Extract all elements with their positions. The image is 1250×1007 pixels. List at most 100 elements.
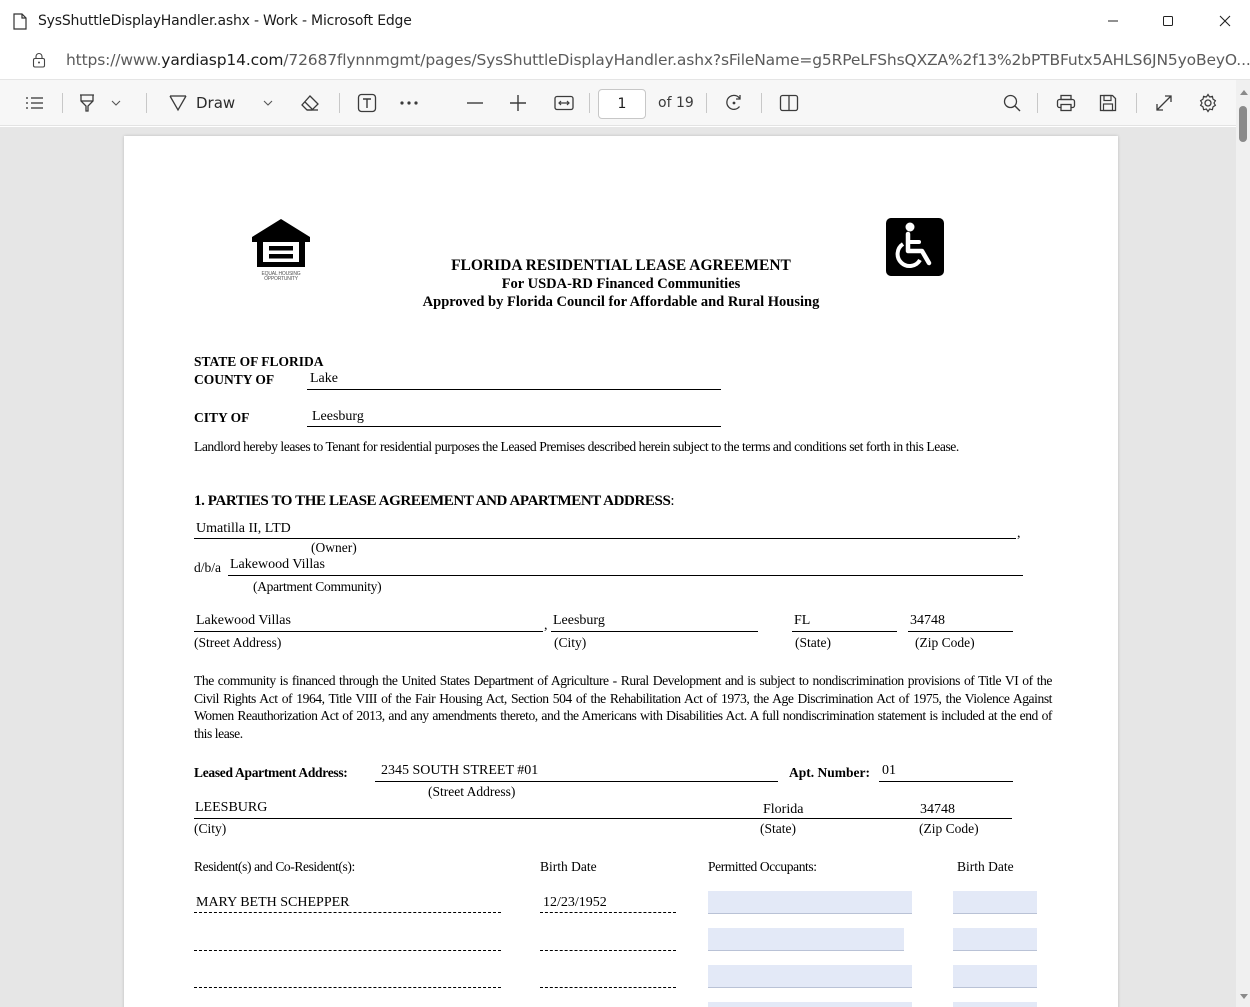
chevron-down-icon[interactable]: [109, 91, 123, 115]
resident-3-birth-underline[interactable]: [540, 987, 676, 988]
close-button[interactable]: [1210, 8, 1240, 34]
more-options-icon[interactable]: [397, 91, 421, 115]
rotate-icon[interactable]: [722, 91, 746, 115]
city2-value: Leesburg: [553, 613, 605, 628]
pdf-toolbar: Draw 1 of 19: [0, 80, 1250, 126]
draw-label: Draw: [196, 94, 236, 112]
city-caption: (City): [554, 635, 587, 650]
toolbar-divider: [589, 93, 590, 113]
birth-date-header: Birth Date: [540, 859, 597, 874]
state-value: FL: [794, 613, 811, 628]
save-icon[interactable]: [1096, 91, 1120, 115]
maximize-button[interactable]: [1153, 8, 1183, 34]
resident-1-birth-underline: [540, 912, 676, 913]
pdf-viewer: EQUAL HOUSING OPPORTUNITY FLORIDA RESIDE…: [0, 127, 1236, 1007]
toolbar-divider: [1037, 93, 1038, 113]
occupant-3-field[interactable]: [708, 965, 912, 988]
underline: [792, 631, 897, 632]
title-bar: SysShuttleDisplayHandler.ashx - Work - M…: [0, 0, 1250, 42]
street-comma: ,: [544, 618, 548, 633]
vertical-scrollbar[interactable]: [1236, 80, 1250, 1007]
page-count: of 19: [658, 95, 694, 111]
document-approval: Approved by Florida Council for Affordab…: [422, 294, 820, 310]
underline: [228, 575, 1023, 576]
address-bar: https://www.yardiasp14.com/72687flynnmgm…: [0, 42, 1250, 80]
text-box-icon[interactable]: [355, 91, 379, 115]
zoom-out-icon[interactable]: [465, 91, 485, 115]
fit-to-width-icon[interactable]: [552, 91, 576, 115]
community-value: Lakewood Villas: [230, 557, 325, 572]
chevron-down-icon[interactable]: [261, 91, 275, 115]
zoom-in-icon[interactable]: [508, 91, 528, 115]
search-icon[interactable]: [1000, 91, 1024, 115]
url-field[interactable]: https://www.yardiasp14.com/72687flynnmgm…: [66, 51, 1250, 69]
dba-label: d/b/a: [194, 560, 221, 575]
resident-1-name: MARY BETH SCHEPPER: [196, 895, 350, 910]
table-of-contents-icon[interactable]: [24, 91, 46, 115]
leased-address-label: Leased Apartment Address:: [194, 765, 348, 780]
permitted-occupants-header: Permitted Occupants:: [708, 859, 817, 874]
scroll-up-icon[interactable]: [1240, 90, 1248, 95]
zip-caption: (Zip Code): [915, 635, 975, 650]
scroll-down-icon[interactable]: [1240, 994, 1248, 999]
leased-state-caption: (State): [760, 821, 796, 836]
section-1-colon: :: [670, 493, 675, 509]
underline: [194, 631, 543, 632]
owner-caption: (Owner): [311, 540, 357, 555]
page-number-input[interactable]: 1: [598, 89, 646, 119]
apt-number-label: Apt. Number:: [789, 765, 870, 780]
occupant-4-field[interactable]: [708, 1002, 912, 1007]
occupant-3-birth-field[interactable]: [953, 965, 1037, 988]
leased-address-value: 2345 SOUTH STREET #01: [381, 763, 539, 778]
toolbar-divider: [339, 93, 340, 113]
lock-icon[interactable]: [32, 52, 46, 68]
underline: [879, 781, 1013, 782]
toolbar-divider: [706, 93, 707, 113]
resident-1-underline: [194, 912, 501, 913]
resident-2-birth-underline[interactable]: [540, 950, 676, 951]
intro-paragraph: Landlord hereby leases to Tenant for res…: [194, 439, 959, 454]
county-value: Lake: [310, 371, 338, 386]
nondiscrimination-paragraph: The community is financed through the Un…: [194, 673, 1052, 741]
underline: [194, 538, 1016, 539]
underline: [194, 818, 1012, 819]
city-value: Leesburg: [312, 409, 364, 424]
draw-button[interactable]: Draw: [168, 91, 256, 115]
occupant-2-field[interactable]: [708, 928, 904, 951]
minimize-button[interactable]: [1098, 8, 1128, 34]
window-title: SysShuttleDisplayHandler.ashx - Work - M…: [38, 13, 412, 29]
fullscreen-icon[interactable]: [1152, 91, 1176, 115]
underline: [908, 631, 1013, 632]
community-caption: (Apartment Community): [253, 579, 382, 594]
toolbar-divider: [761, 93, 762, 113]
underline: [375, 781, 778, 782]
occupant-4-birth-field[interactable]: [953, 1002, 1037, 1007]
occupant-2-birth-field[interactable]: [953, 928, 1037, 951]
zip-value: 34748: [910, 613, 945, 628]
resident-3-underline[interactable]: [194, 987, 501, 988]
page-view-icon[interactable]: [777, 91, 801, 115]
eraser-icon[interactable]: [298, 91, 322, 115]
occupant-1-field[interactable]: [708, 891, 912, 914]
toolbar-divider: [62, 93, 63, 113]
section-1-heading: 1. PARTIES TO THE LEASE AGREEMENT AND AP…: [194, 493, 675, 510]
settings-gear-icon[interactable]: [1195, 91, 1221, 115]
document-title: FLORIDA RESIDENTIAL LEASE AGREEMENT: [451, 257, 791, 274]
state-label: STATE OF FLORIDA: [194, 354, 324, 369]
occupant-1-birth-field[interactable]: [953, 891, 1037, 914]
pdf-page: EQUAL HOUSING OPPORTUNITY FLORIDA RESIDE…: [124, 136, 1118, 1007]
url-host: yardiasp14.com: [161, 51, 284, 69]
underline: [551, 631, 758, 632]
toolbar-divider: [146, 93, 147, 113]
street-caption: (Street Address): [194, 635, 282, 650]
scrollbar-thumb[interactable]: [1239, 106, 1247, 142]
owner-comma: ,: [1017, 526, 1021, 541]
page-icon: [13, 13, 27, 30]
occupant-birth-date-header: Birth Date: [957, 859, 1014, 874]
highlight-icon[interactable]: [76, 91, 98, 115]
apt-number-value: 01: [882, 763, 896, 778]
resident-2-underline[interactable]: [194, 950, 501, 951]
toolbar-divider: [1136, 93, 1137, 113]
street-value: Lakewood Villas: [196, 613, 291, 628]
print-icon[interactable]: [1054, 91, 1078, 115]
